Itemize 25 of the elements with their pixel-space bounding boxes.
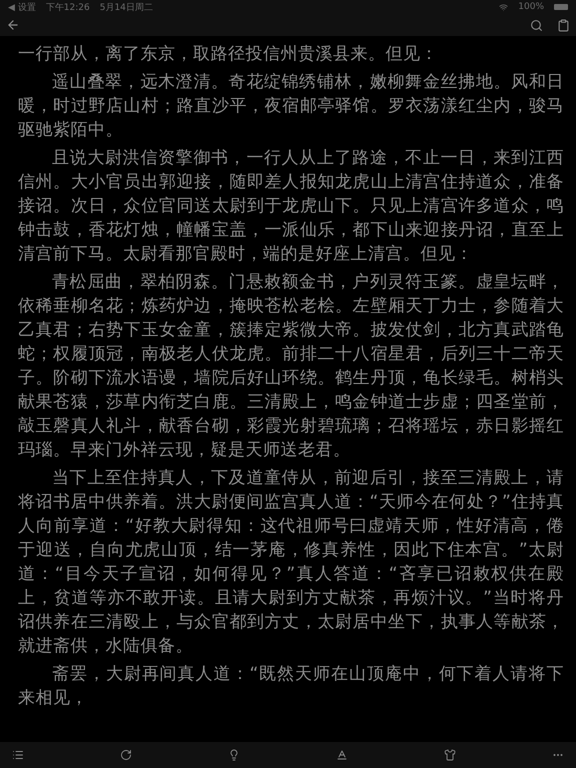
search-button[interactable] — [530, 18, 543, 32]
book-paragraph: 一行部从，离了东京，取路径投信州贵溪县来。但见： — [18, 43, 439, 66]
rotate-button[interactable] — [120, 749, 132, 761]
lightbulb-button[interactable] — [228, 749, 240, 761]
wifi-icon — [499, 2, 508, 12]
status-time: 下午12:26 — [46, 2, 90, 14]
clipboard-button[interactable] — [557, 18, 570, 32]
font-icon — [336, 749, 348, 761]
theme-shirt-button[interactable] — [444, 749, 456, 761]
rotate-icon — [120, 749, 132, 761]
search-icon — [530, 18, 543, 32]
lightbulb-icon — [228, 749, 240, 761]
book-paragraph: 且说大尉洪信资擎御书，一行人从上了路途，不止一日，来到江西信州。大小官员出郭迎接，随即差人报知龙虎山上清宫住持道众，准备接诏。次日，众位官同送太尉到于龙虎山下。只见上清宫许多道众，鸣钟击鼓，香花灯烛，幢幡宝盖，一派仙乐，都下山来迎接丹诏，直至上清宫前下马。太尉看那官殿时，端的是好座上清宫。但见： — [18, 147, 564, 266]
font-button[interactable] — [336, 749, 348, 761]
back-button[interactable] — [6, 18, 20, 32]
back-to-app-link[interactable]: ◀ 设置 — [8, 0, 36, 14]
book-paragraph: 遥山叠翠，远木澄清。奇花绽锦绣铺林，嫩柳舞金丝拂地。风和日暖，时过野店山村；路直沙平，夜宿邮亭驿馆。罗衣荡漾红尘内，骏马驱驰紫陌中。 — [18, 71, 564, 142]
book-paragraph: 当下上至住持真人，下及道童侍从，前迎后引，接至三清殿上，请将诏书居中供养着。洪大尉便间监宫真人道：“天师今在何处？”住持真人向前享道：“好教大尉得知：这代祖师号曰虚靖天师，性好清高，倦于迎送，自向尤虎山顶，结一茅庵，修真养性，因此下住本宫。”太尉道：“目今天子宣诏，如何得见？”真人答道：“吝享已诏敕权供在殿上，贫道等亦不敢开读。且请大尉到方丈献茶，再烦汁议。”当时将丹诏供养在三清殴上，与众官都到方丈，太尉居中坐下，执事人等献茶，就进斋供，水陆俱备。 — [18, 467, 564, 658]
status-date: 5月14日周二 — [100, 2, 153, 14]
book-paragraph: 斋罢，大尉再间真人道：“既然天师在山顶庵中，何下着人请将下来相见， — [18, 663, 564, 710]
clipboard-icon — [557, 18, 570, 32]
battery-icon — [554, 4, 568, 10]
book-paragraph: 青松屈曲，翠柏阴森。门悬敕额金书，户列灵符玉篆。虚皇坛畔，依稀垂柳名花；炼药炉边，掩映苍松老桧。左壁厢天丁力士，参随着大乙真君；右势下玉女金童，簇捧定紫微大帝。披发仗剑，北方真武踏龟蛇；权履顶冠，南极老人伏龙虎。前排二十八宿星君，后列三十二帝天子。阶砌下流水语谩，墙院后好山环绕。鹤生丹顶，龟长绿毛。树梢头献果苍猿，莎草内衔芝白鹿。三清殿上，鸣金钟道士步虚；四圣堂前，敲玉磬真人礼斗，献香台砌，彩霞光射碧琉璃；召将瑶坛，赤日影摇红玛瑙。早来门外祥云现，疑是天师送老君。 — [18, 271, 564, 462]
battery-percent: 100% — [518, 2, 544, 12]
shirt-icon — [444, 749, 456, 761]
